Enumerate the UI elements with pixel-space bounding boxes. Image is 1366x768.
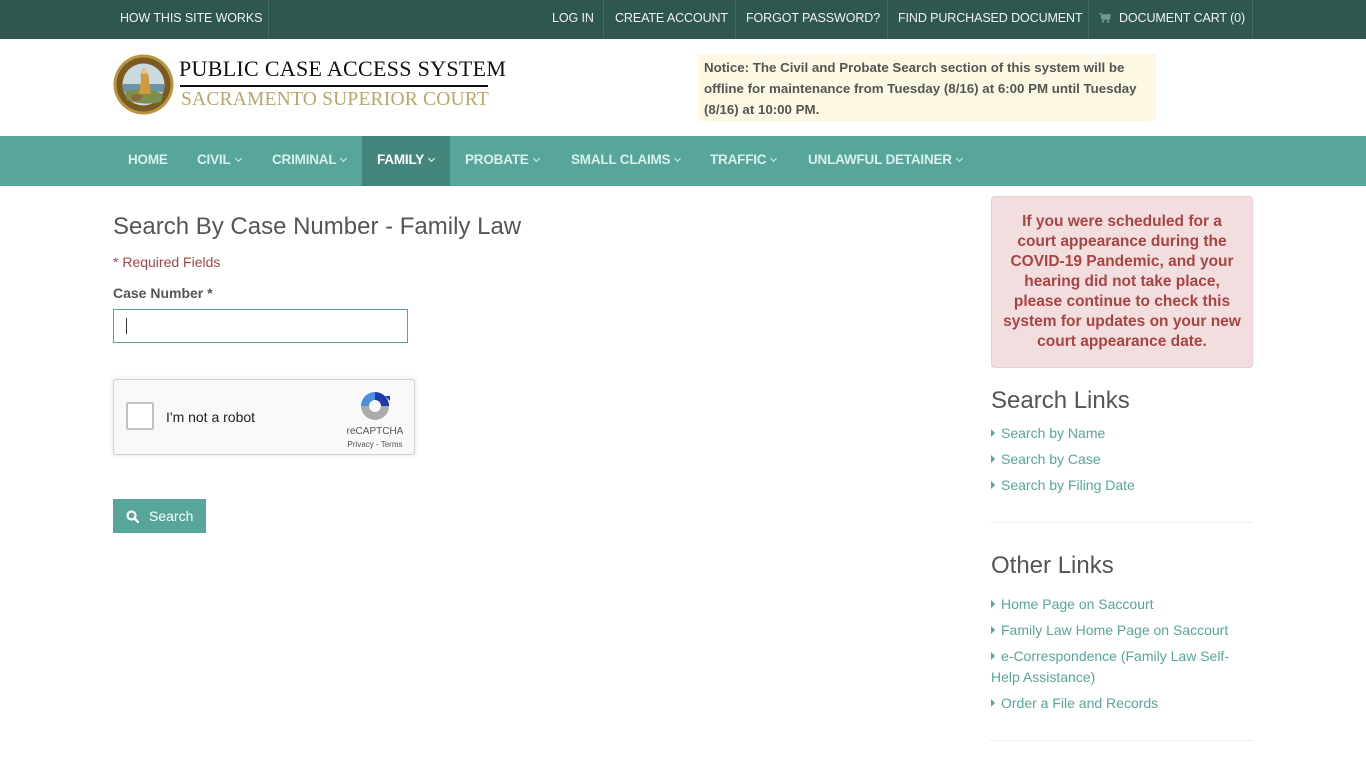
main-nav: HOME CIVIL CRIMINAL FAMILY PROBATE SMALL… [0, 136, 1366, 186]
nav-family-label: FAMILY [377, 152, 425, 167]
site-header [0, 39, 1366, 136]
nav-unlawful-detainer[interactable]: UNLAWFUL DETAINER [793, 136, 977, 186]
link-label: Order a File and Records [1001, 695, 1159, 711]
nav-criminal[interactable]: CRIMINAL [257, 136, 361, 186]
caret-right-icon [991, 429, 995, 437]
divider [735, 0, 736, 39]
shopping-cart-icon [1099, 13, 1111, 23]
top-utility-bar: HOW THIS SITE WORKS LOG IN CREATE ACCOUN… [0, 0, 1366, 39]
site-subtitle: SACRAMENTO SUPERIOR COURT [181, 89, 489, 110]
divider [887, 0, 888, 39]
search-button[interactable]: Search [113, 499, 206, 533]
logo-rule [180, 85, 488, 87]
court-seal-logo[interactable] [113, 54, 174, 115]
recaptcha-brand: reCAPTCHA [346, 426, 404, 437]
how-this-site-works-link[interactable]: HOW THIS SITE WORKS [120, 0, 262, 39]
search-by-filing-date-link[interactable]: Search by Filing Date [991, 475, 1253, 496]
other-links-heading: Other Links [991, 552, 1114, 579]
link-label: Search by Filing Date [1001, 477, 1135, 493]
chevron-down-icon [340, 154, 348, 163]
divider [603, 0, 604, 39]
recaptcha-checkbox[interactable] [126, 402, 154, 430]
divider [268, 0, 269, 39]
nav-probate[interactable]: PROBATE [450, 136, 554, 186]
nav-home-label: HOME [128, 152, 168, 167]
search-button-label: Search [149, 508, 194, 524]
document-cart-link[interactable]: DOCUMENT CART (0) [1099, 0, 1245, 39]
order-file-records-link[interactable]: Order a File and Records [991, 693, 1253, 714]
chevron-down-icon [674, 154, 682, 163]
chevron-down-icon [770, 154, 778, 163]
maintenance-notice: Notice: The Civil and Probate Search sec… [698, 54, 1156, 121]
caret-right-icon [991, 626, 995, 634]
text-cursor [126, 318, 127, 334]
covid-alert: If you were scheduled for a court appear… [991, 196, 1253, 368]
divider [1088, 0, 1089, 39]
site-title: PUBLIC CASE ACCESS SYSTEM [179, 56, 507, 81]
family-law-home-page-link[interactable]: Family Law Home Page on Saccourt [991, 620, 1253, 641]
caret-right-icon [991, 600, 995, 608]
home-page-saccourt-link[interactable]: Home Page on Saccourt [991, 594, 1253, 615]
nav-civil[interactable]: CIVIL [182, 136, 256, 186]
search-by-case-link[interactable]: Search by Case [991, 449, 1253, 470]
nav-traffic[interactable]: TRAFFIC [695, 136, 791, 186]
link-label: Family Law Home Page on Saccourt [1001, 622, 1229, 638]
nav-small-claims-label: SMALL CLAIMS [571, 152, 671, 167]
caret-right-icon [991, 652, 995, 660]
link-label: Search by Case [1001, 451, 1101, 467]
search-by-name-link[interactable]: Search by Name [991, 423, 1253, 444]
create-account-link[interactable]: CREATE ACCOUNT [615, 0, 728, 39]
recaptcha-privacy-terms-link[interactable]: Privacy - Terms [340, 440, 410, 449]
nav-small-claims[interactable]: SMALL CLAIMS [556, 136, 695, 186]
case-number-label: Case Number * [113, 285, 213, 301]
caret-right-icon [991, 455, 995, 463]
search-icon [126, 510, 139, 523]
divider [1252, 0, 1253, 39]
link-label: e-Correspondence (Family Law Self-Help A… [991, 648, 1229, 685]
nav-family[interactable]: FAMILY [362, 136, 450, 186]
caret-right-icon [991, 699, 995, 707]
chevron-down-icon [955, 154, 963, 163]
divider [991, 522, 1253, 523]
recaptcha-label: I'm not a robot [166, 409, 256, 425]
nav-criminal-label: CRIMINAL [272, 152, 337, 167]
nav-traffic-label: TRAFFIC [710, 152, 767, 167]
chevron-down-icon [428, 154, 436, 163]
link-label: Home Page on Saccourt [1001, 596, 1154, 612]
search-links-heading: Search Links [991, 387, 1130, 414]
link-label: Search by Name [1001, 425, 1106, 441]
divider [991, 740, 1253, 741]
chevron-down-icon [234, 154, 242, 163]
recaptcha-widget: I'm not a robot reCAPTCHA Privacy - Term… [113, 379, 415, 455]
forgot-password-link[interactable]: FORGOT PASSWORD? [746, 0, 880, 39]
case-number-input[interactable] [113, 309, 408, 343]
nav-civil-label: CIVIL [197, 152, 231, 167]
e-correspondence-link[interactable]: e-Correspondence (Family Law Self-Help A… [991, 646, 1253, 688]
chevron-down-icon [532, 154, 540, 163]
required-fields-note: * Required Fields [113, 254, 221, 270]
nav-home[interactable]: HOME [113, 136, 183, 186]
nav-unlawful-detainer-label: UNLAWFUL DETAINER [808, 152, 952, 167]
document-cart-label: DOCUMENT CART (0) [1119, 11, 1246, 25]
nav-probate-label: PROBATE [465, 152, 529, 167]
page-title: Search By Case Number - Family Law [113, 213, 522, 240]
find-purchased-document-link[interactable]: FIND PURCHASED DOCUMENT [898, 0, 1083, 39]
recaptcha-logo-icon [361, 392, 390, 420]
caret-right-icon [991, 481, 995, 489]
log-in-link[interactable]: LOG IN [552, 0, 594, 39]
